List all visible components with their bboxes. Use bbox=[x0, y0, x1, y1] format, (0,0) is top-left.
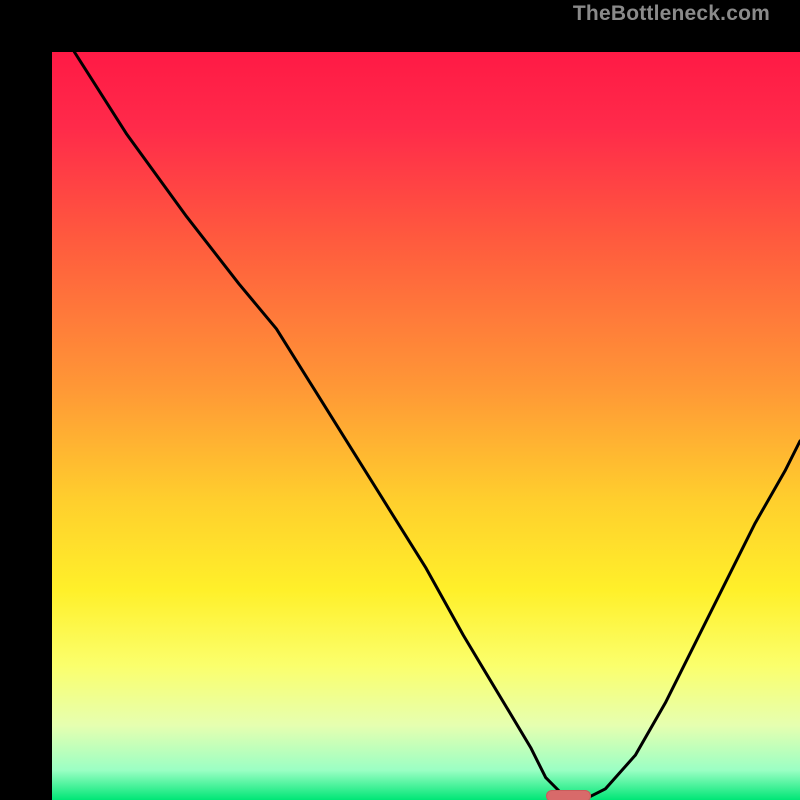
plot-area bbox=[52, 52, 800, 800]
gradient-background bbox=[52, 52, 800, 800]
chart-frame bbox=[0, 0, 800, 800]
watermark-text: TheBottleneck.com bbox=[573, 2, 770, 26]
chart-svg bbox=[52, 52, 800, 800]
optimal-marker bbox=[546, 790, 591, 800]
